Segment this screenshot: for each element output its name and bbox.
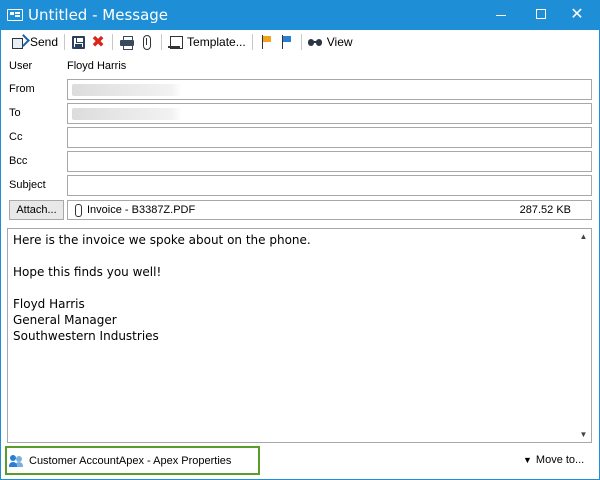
redacted-from-address xyxy=(72,84,182,96)
scroll-down-icon[interactable]: ▼ xyxy=(576,427,591,442)
redacted-to-address xyxy=(72,108,182,120)
save-icon xyxy=(72,35,86,49)
toolbar-separator xyxy=(251,34,253,50)
customer-account-name: Apex - Apex Properties xyxy=(118,454,232,467)
bcc-field[interactable] xyxy=(67,151,592,172)
attachment-item[interactable]: Invoice - B3387Z.PDF xyxy=(72,203,195,217)
cc-field[interactable] xyxy=(67,127,592,148)
subject-row: Subject xyxy=(9,175,593,197)
to-label: To xyxy=(9,107,21,119)
user-value: Floyd Harris xyxy=(67,60,127,72)
customer-account-selector[interactable]: Customer Account Apex - Apex Properties xyxy=(5,446,260,475)
maximize-icon xyxy=(536,9,546,19)
toolbar-separator xyxy=(64,34,66,50)
contacts-icon xyxy=(9,453,25,469)
bcc-row: Bcc xyxy=(9,151,593,173)
cc-label: Cc xyxy=(9,131,23,143)
binoculars-icon xyxy=(307,34,324,50)
print-icon xyxy=(119,34,135,50)
body-scrollbar[interactable]: ▲ ▼ xyxy=(576,229,591,442)
move-to-label: Move to... xyxy=(535,454,585,466)
title-bar[interactable]: Untitled - Message ✕ xyxy=(0,0,600,30)
send-button[interactable]: Send xyxy=(9,32,60,52)
to-field[interactable] xyxy=(67,103,592,124)
paperclip-icon xyxy=(72,203,84,217)
delete-button[interactable]: ✖ xyxy=(88,32,108,52)
customer-account-label: Customer Account xyxy=(29,454,119,467)
flag-blue-icon xyxy=(279,34,295,50)
paperclip-icon xyxy=(139,34,155,50)
flag-orange-icon xyxy=(259,34,275,50)
delete-icon: ✖ xyxy=(91,32,105,51)
attachment-name: Invoice - B3387Z.PDF xyxy=(87,204,196,216)
close-button[interactable]: ✕ xyxy=(562,0,592,28)
toolbar-separator xyxy=(300,34,302,50)
toolbar-separator xyxy=(112,34,114,50)
template-button[interactable]: Template... xyxy=(166,32,248,52)
chevron-down-icon: ▼ xyxy=(523,455,532,465)
message-app-icon xyxy=(7,9,23,21)
attachments-list: Invoice - B3387Z.PDF 287.52 KB xyxy=(67,200,592,220)
user-row: User Floyd Harris xyxy=(9,56,593,78)
from-field[interactable] xyxy=(67,79,592,100)
subject-field[interactable] xyxy=(67,175,592,196)
view-button[interactable]: View xyxy=(306,32,355,52)
scroll-up-icon[interactable]: ▲ xyxy=(576,229,591,244)
cc-row: Cc xyxy=(9,127,593,149)
send-icon xyxy=(11,34,27,50)
toolbar: Send ✖ Template... View xyxy=(1,30,599,54)
to-row: To xyxy=(9,103,593,125)
flag-orange-button[interactable] xyxy=(257,32,277,52)
send-label: Send xyxy=(30,35,59,49)
bcc-label: Bcc xyxy=(9,155,28,167)
save-button[interactable] xyxy=(69,32,88,52)
close-icon: ✕ xyxy=(570,4,584,23)
toolbar-separator xyxy=(161,34,163,50)
user-label: User xyxy=(9,60,33,72)
attachment-size: 287.52 KB xyxy=(519,204,571,216)
message-editor: Send ✖ Template... View User Floyd Harri… xyxy=(1,30,599,479)
move-to-button[interactable]: ▼ Move to... xyxy=(523,454,584,466)
from-row: From xyxy=(9,79,593,101)
from-label: From xyxy=(9,83,35,95)
message-window: Untitled - Message ✕ Send ✖ Template... … xyxy=(0,0,600,480)
print-button[interactable] xyxy=(117,32,137,52)
footer-bar: Customer Account Apex - Apex Properties … xyxy=(1,444,599,479)
message-body-text: Here is the invoice we spoke about on th… xyxy=(13,233,311,343)
attach-toolbar-button[interactable] xyxy=(137,32,157,52)
window-title: Untitled - Message xyxy=(28,6,169,24)
minimize-button[interactable] xyxy=(486,0,516,28)
maximize-button[interactable] xyxy=(526,0,556,28)
flag-blue-button[interactable] xyxy=(277,32,297,52)
view-label: View xyxy=(326,35,353,49)
template-icon xyxy=(168,34,184,50)
template-label: Template... xyxy=(187,35,246,49)
attach-button[interactable]: Attach... xyxy=(9,200,64,220)
message-body[interactable]: Here is the invoice we spoke about on th… xyxy=(7,228,592,443)
subject-label: Subject xyxy=(9,179,46,191)
minimize-icon xyxy=(496,14,506,16)
